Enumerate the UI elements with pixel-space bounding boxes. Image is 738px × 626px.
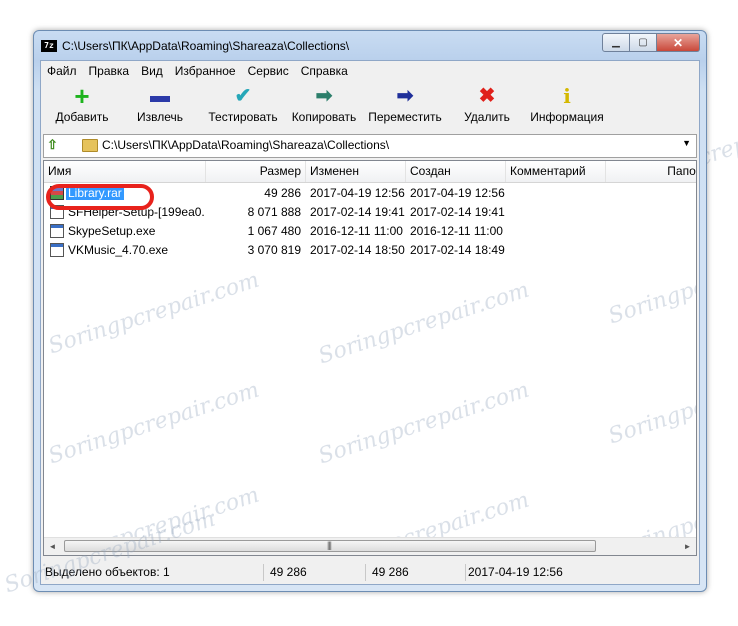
extract-button[interactable]: ▬ Извлечь xyxy=(131,84,189,124)
menu-help[interactable]: Справка xyxy=(295,61,354,81)
file-modified: 2016-12-11 11:00 xyxy=(310,224,403,238)
file-modified: 2017-04-19 12:56 xyxy=(310,186,405,200)
horizontal-scrollbar[interactable]: ◄ ||| ► xyxy=(44,537,696,555)
move-button[interactable]: ➡ Переместить xyxy=(367,84,443,124)
column-header-row: Имя Размер Изменен Создан Комментарий Па… xyxy=(44,161,696,183)
column-folders[interactable]: Папок xyxy=(606,161,696,182)
delete-label: Удалить xyxy=(464,110,510,124)
info-button[interactable]: i Информация xyxy=(529,84,605,124)
file-size: 1 067 480 xyxy=(247,224,301,238)
add-button[interactable]: + Добавить xyxy=(53,81,111,124)
info-icon: i xyxy=(563,84,571,108)
test-icon: ✔ xyxy=(234,85,252,107)
add-icon: + xyxy=(74,81,90,111)
copy-icon: ➡ xyxy=(315,85,333,107)
caption-buttons: ▁ ▢ ✕ xyxy=(602,33,700,52)
file-list: Имя Размер Изменен Создан Комментарий Па… xyxy=(43,160,697,556)
app-icon: 7z xyxy=(41,40,57,52)
file-name: VKMusic_4.70.exe xyxy=(68,243,169,257)
file-modified: 2017-02-14 18:50 xyxy=(310,243,405,257)
status-date: 2017-04-19 12:56 xyxy=(465,564,701,581)
move-icon: ➡ xyxy=(396,85,414,107)
column-comment[interactable]: Комментарий xyxy=(506,161,606,182)
test-button[interactable]: ✔ Тестировать xyxy=(207,84,279,124)
scroll-thumb[interactable]: ||| xyxy=(64,540,596,552)
copy-button[interactable]: ➡ Копировать xyxy=(289,84,359,124)
table-row[interactable]: SkypeSetup.exe 1 067 480 2016-12-11 11:0… xyxy=(44,222,696,241)
column-created[interactable]: Создан xyxy=(406,161,506,182)
file-created: 2017-04-19 12:56 xyxy=(410,186,505,200)
file-size: 3 070 819 xyxy=(247,243,301,257)
address-bar[interactable]: ⇧ C:\Users\ПК\AppData\Roaming\Shareaza\C… xyxy=(43,134,697,158)
table-row[interactable]: VKMusic_4.70.exe 3 070 819 2017-02-14 18… xyxy=(44,241,696,260)
watermark: Soringpcrepair.com xyxy=(45,267,263,360)
copy-label: Копировать xyxy=(291,110,357,124)
watermark: Soringpcrepair.com xyxy=(45,377,263,470)
address-path: C:\Users\ПК\AppData\Roaming\Shareaza\Col… xyxy=(102,138,390,152)
folder-icon xyxy=(82,139,98,152)
delete-button[interactable]: ✖ Удалить xyxy=(459,84,515,124)
minimize-button[interactable]: ▁ xyxy=(602,33,630,52)
watermark: Soringpcrepair.com xyxy=(315,277,533,370)
delete-icon: ✖ xyxy=(478,85,496,107)
maximize-button[interactable]: ▢ xyxy=(630,33,657,52)
exe-file-icon xyxy=(50,224,64,238)
archive-window: 7z C:\Users\ПК\AppData\Roaming\Shareaza\… xyxy=(33,30,707,592)
file-size: 49 286 xyxy=(264,186,301,200)
menu-edit[interactable]: Правка xyxy=(83,61,136,81)
watermark: Soringpcrepair.com xyxy=(605,357,697,450)
exe-file-icon xyxy=(50,243,64,257)
status-bar: Выделено объектов: 1 49 286 49 286 2017-… xyxy=(41,560,699,584)
scroll-left-icon[interactable]: ◄ xyxy=(44,538,61,555)
file-created: 2017-02-14 19:41 xyxy=(410,205,505,219)
window-title: C:\Users\ПК\AppData\Roaming\Shareaza\Col… xyxy=(62,39,350,53)
menu-favorites[interactable]: Избранное xyxy=(169,61,242,81)
status-packed: 49 286 xyxy=(365,564,465,581)
file-modified: 2017-02-14 19:41 xyxy=(310,205,405,219)
info-label: Информация xyxy=(530,110,604,124)
title-bar[interactable]: 7z C:\Users\ПК\AppData\Roaming\Shareaza\… xyxy=(34,31,706,61)
toolbar: + Добавить ▬ Извлечь ✔ Тестировать ➡ Коп… xyxy=(41,82,699,130)
move-label: Переместить xyxy=(368,110,442,124)
add-label: Добавить xyxy=(55,110,109,124)
menu-view[interactable]: Вид xyxy=(135,61,169,81)
column-folders-label: Папок xyxy=(667,164,696,178)
menu-file[interactable]: Файл xyxy=(41,61,83,81)
chevron-down-icon[interactable]: ▼ xyxy=(682,138,691,148)
client-area: Файл Правка Вид Избранное Сервис Справка… xyxy=(40,60,700,585)
watermark: Soringpcrepair.com xyxy=(315,377,533,470)
highlight-circle xyxy=(46,184,154,210)
extract-label: Извлечь xyxy=(136,110,183,124)
scroll-right-icon[interactable]: ► xyxy=(679,538,696,555)
file-name: SkypeSetup.exe xyxy=(68,224,156,238)
file-size: 8 071 888 xyxy=(247,205,301,219)
extract-icon: ▬ xyxy=(150,85,170,107)
column-name[interactable]: Имя xyxy=(44,161,206,182)
test-label: Тестировать xyxy=(208,110,278,124)
menu-bar: Файл Правка Вид Избранное Сервис Справка xyxy=(41,61,699,81)
column-size[interactable]: Размер xyxy=(206,161,306,182)
file-created: 2016-12-11 11:00 xyxy=(410,224,503,238)
status-size: 49 286 xyxy=(263,564,365,581)
column-size-label: Размер xyxy=(259,164,301,178)
close-button[interactable]: ✕ xyxy=(657,33,700,52)
file-created: 2017-02-14 18:49 xyxy=(410,243,505,257)
grip-icon: ||| xyxy=(327,540,332,550)
up-folder-icon[interactable]: ⇧ xyxy=(47,137,63,153)
column-modified[interactable]: Изменен xyxy=(306,161,406,182)
status-selected: Выделено объектов: 1 xyxy=(45,565,170,579)
menu-tools[interactable]: Сервис xyxy=(242,61,295,81)
